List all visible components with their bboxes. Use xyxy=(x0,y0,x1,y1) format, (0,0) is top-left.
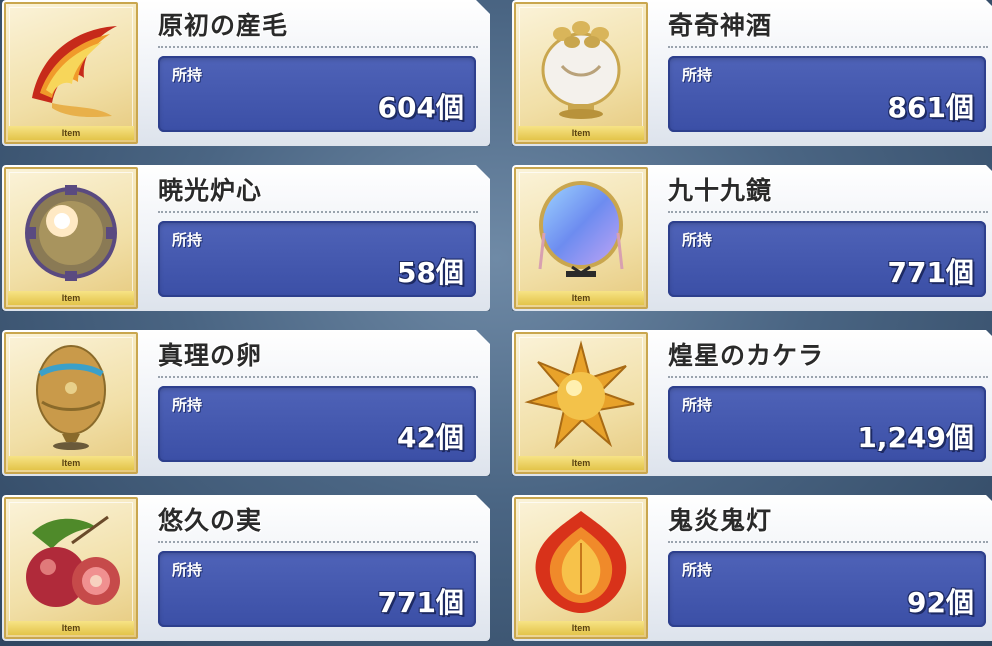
owned-label: 所持 xyxy=(172,561,203,579)
divider xyxy=(668,46,988,48)
item-card-dawnlight-core[interactable]: Item 暁光炉心 所持 58個 xyxy=(2,165,490,311)
owned-panel: 所持 771個 xyxy=(668,221,986,297)
divider xyxy=(158,46,478,48)
item-tag: Item xyxy=(8,126,134,140)
item-name: 真理の卵 xyxy=(158,341,263,370)
item-tag: Item xyxy=(8,456,134,470)
divider xyxy=(668,376,988,378)
item-icon-frame: Item xyxy=(514,167,648,309)
item-tag: Item xyxy=(518,621,644,635)
item-icon-frame: Item xyxy=(4,332,138,474)
item-tag: Item xyxy=(8,291,134,305)
item-card-kiki-shinshu[interactable]: Item 奇奇神酒 所持 861個 xyxy=(512,0,992,146)
owned-count: 604個 xyxy=(377,91,464,124)
divider xyxy=(158,376,478,378)
wine-jar-icon xyxy=(522,8,640,124)
owned-count: 861個 xyxy=(887,91,974,124)
item-icon-frame: Item xyxy=(514,2,648,144)
owned-label: 所持 xyxy=(172,396,203,414)
item-card-star-fragment[interactable]: Item 煌星のカケラ 所持 1,249個 xyxy=(512,330,992,476)
star-fragment-icon xyxy=(522,338,640,454)
divider xyxy=(668,211,988,213)
owned-panel: 所持 92個 xyxy=(668,551,986,627)
item-name: 悠久の実 xyxy=(158,506,263,535)
owned-count: 1,249個 xyxy=(857,421,974,454)
owned-panel: 所持 771個 xyxy=(158,551,476,627)
item-card-egg-of-truth[interactable]: Item 真理の卵 所持 42個 xyxy=(2,330,490,476)
item-icon-frame: Item xyxy=(4,2,138,144)
owned-label: 所持 xyxy=(682,231,713,249)
item-icon-frame: Item xyxy=(4,497,138,639)
flame-lantern-icon xyxy=(522,503,640,619)
item-icon-frame: Item xyxy=(514,497,648,639)
owned-label: 所持 xyxy=(172,66,203,84)
divider xyxy=(668,541,988,543)
fig-fruit-icon xyxy=(12,503,130,619)
item-card-demon-flame-lantern[interactable]: Item 鬼炎鬼灯 所持 92個 xyxy=(512,495,992,641)
golden-egg-icon xyxy=(12,338,130,454)
owned-label: 所持 xyxy=(682,66,713,84)
owned-panel: 所持 604個 xyxy=(158,56,476,132)
item-name: 九十九鏡 xyxy=(668,176,773,205)
owned-panel: 所持 42個 xyxy=(158,386,476,462)
item-name: 鬼炎鬼灯 xyxy=(668,506,773,535)
reactor-core-icon xyxy=(12,173,130,289)
owned-count: 771個 xyxy=(887,256,974,289)
owned-count: 42個 xyxy=(397,421,464,454)
owned-label: 所持 xyxy=(172,231,203,249)
item-icon-frame: Item xyxy=(514,332,648,474)
item-tag: Item xyxy=(518,126,644,140)
item-name: 暁光炉心 xyxy=(158,176,263,205)
item-card-eternal-fruit[interactable]: Item 悠久の実 所持 771個 xyxy=(2,495,490,641)
owned-panel: 所持 861個 xyxy=(668,56,986,132)
mirror-icon xyxy=(522,173,640,289)
item-name: 奇奇神酒 xyxy=(668,11,773,40)
owned-count: 92個 xyxy=(907,586,974,619)
divider xyxy=(158,211,478,213)
item-card-tsukumo-mirror[interactable]: Item 九十九鏡 所持 771個 xyxy=(512,165,992,311)
item-icon-frame: Item xyxy=(4,167,138,309)
flame-feather-icon xyxy=(12,8,130,124)
item-tag: Item xyxy=(8,621,134,635)
owned-panel: 所持 58個 xyxy=(158,221,476,297)
item-tag: Item xyxy=(518,291,644,305)
owned-count: 771個 xyxy=(377,586,464,619)
owned-count: 58個 xyxy=(397,256,464,289)
divider xyxy=(158,541,478,543)
owned-label: 所持 xyxy=(682,561,713,579)
owned-panel: 所持 1,249個 xyxy=(668,386,986,462)
item-card-primordial-down[interactable]: Item 原初の産毛 所持 604個 xyxy=(2,0,490,146)
item-tag: Item xyxy=(518,456,644,470)
item-name: 原初の産毛 xyxy=(158,11,289,40)
item-name: 煌星のカケラ xyxy=(668,341,825,370)
owned-label: 所持 xyxy=(682,396,713,414)
